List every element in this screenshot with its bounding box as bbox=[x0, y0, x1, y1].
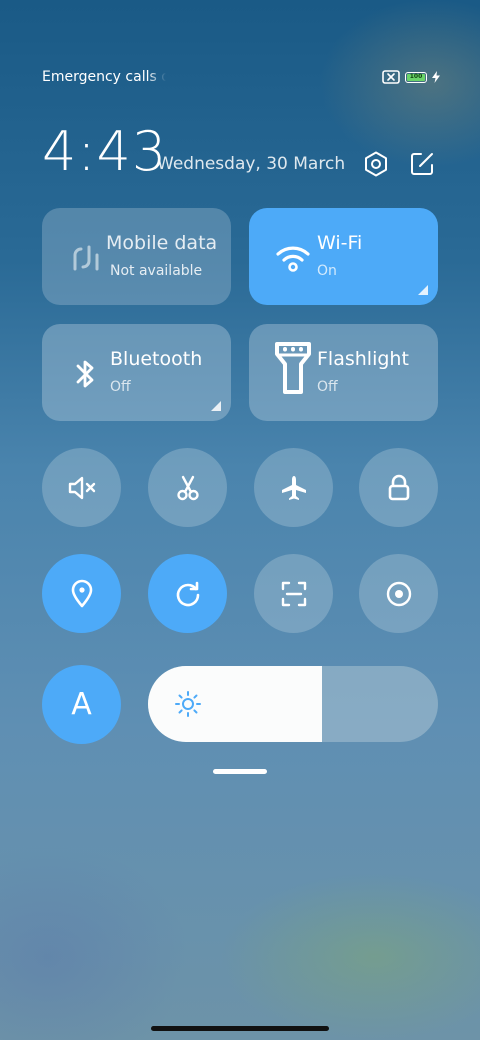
lock-icon bbox=[387, 474, 411, 502]
tile-mobile-data[interactable]: Mobile data Not available bbox=[42, 208, 231, 305]
toggle-auto-brightness[interactable]: A bbox=[42, 665, 121, 744]
tile-mobile-data-name: Mobile data bbox=[106, 232, 218, 254]
eye-icon bbox=[385, 580, 413, 608]
clock: 4:43 bbox=[42, 120, 168, 183]
toggle-lock-screen[interactable] bbox=[359, 448, 438, 527]
tile-mobile-data-state: Not available bbox=[110, 263, 203, 279]
toggle-scanner[interactable] bbox=[254, 554, 333, 633]
brightness-slider[interactable] bbox=[148, 666, 438, 742]
flashlight-icon bbox=[271, 342, 315, 394]
battery-icon: 100 bbox=[405, 71, 427, 83]
mute-icon bbox=[67, 475, 97, 501]
tile-flashlight-name: Flashlight bbox=[317, 348, 409, 370]
tile-bluetooth[interactable]: Bluetooth Off bbox=[42, 324, 231, 421]
date: Wednesday, 30 March bbox=[157, 154, 346, 174]
tile-wifi-name: Wi-Fi bbox=[317, 232, 363, 254]
no-sim-icon bbox=[382, 70, 400, 84]
edit-icon[interactable] bbox=[408, 150, 436, 178]
rotate-icon bbox=[174, 580, 202, 608]
toggle-reading-mode[interactable] bbox=[359, 554, 438, 633]
charging-icon bbox=[432, 71, 440, 83]
tile-wifi-expand-indicator[interactable] bbox=[418, 285, 428, 295]
header: 4:43 Wednesday, 30 March bbox=[42, 122, 438, 182]
tile-flashlight[interactable]: Flashlight Off bbox=[249, 324, 438, 421]
battery-level: 100 bbox=[407, 73, 425, 81]
auto-brightness-label: A bbox=[71, 687, 92, 722]
panel-drag-handle[interactable] bbox=[213, 769, 267, 774]
status-bar: Emergency calls only 100 bbox=[42, 66, 440, 88]
toggle-location[interactable] bbox=[42, 554, 121, 633]
wifi-icon bbox=[271, 236, 315, 280]
tile-bluetooth-expand-indicator[interactable] bbox=[211, 401, 221, 411]
tile-wifi[interactable]: Wi-Fi On bbox=[249, 208, 438, 305]
gesture-navigation-bar[interactable] bbox=[151, 1026, 329, 1031]
sun-icon bbox=[174, 690, 202, 718]
scan-icon bbox=[280, 580, 308, 608]
settings-icon[interactable] bbox=[362, 150, 390, 178]
tile-bluetooth-name: Bluetooth bbox=[110, 348, 203, 370]
location-pin-icon bbox=[70, 579, 94, 609]
tile-flashlight-state: Off bbox=[317, 379, 338, 395]
bluetooth-icon bbox=[64, 352, 108, 396]
tile-wifi-state: On bbox=[317, 263, 337, 279]
mobile-data-icon bbox=[64, 236, 108, 280]
toggle-screenshot[interactable] bbox=[148, 448, 227, 527]
scissors-icon bbox=[174, 474, 202, 502]
tile-bluetooth-state: Off bbox=[110, 379, 131, 395]
status-icons: 100 bbox=[382, 70, 440, 84]
toggle-mute[interactable] bbox=[42, 448, 121, 527]
toggle-auto-rotate[interactable] bbox=[148, 554, 227, 633]
airplane-icon bbox=[280, 474, 308, 502]
carrier-status-text: Emergency calls only bbox=[42, 69, 166, 85]
toggle-airplane[interactable] bbox=[254, 448, 333, 527]
